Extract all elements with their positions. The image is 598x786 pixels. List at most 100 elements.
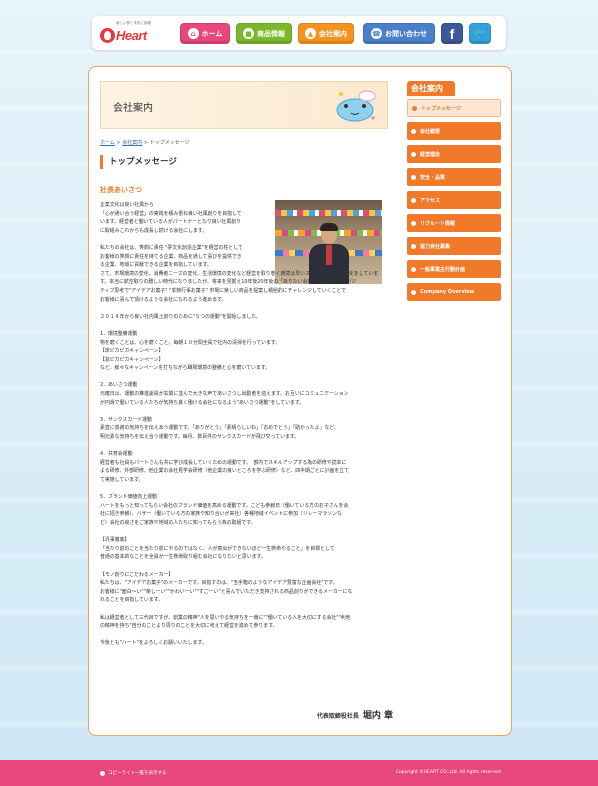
- movement-5: 5．ブランド価値向上運動 ハートをもっと知ってもらい会社のブランド価値を高める運…: [100, 493, 392, 527]
- section-title: トップメッセージ: [100, 155, 388, 169]
- text-line: います。経営者と働いている人がパートナーとなり良い社風創り: [100, 219, 242, 226]
- text-line: 元確日は、運動の推進委員が玄関に並んで大きな声であいさつし出勤者を迎えます。お互…: [100, 391, 349, 398]
- heart-logo-icon: [100, 28, 115, 43]
- text-line: ど）会社の良さをご家族や地域の人たちに知ってもらう為の取組です。: [100, 519, 256, 526]
- bullet-icon: [411, 128, 416, 134]
- breadcrumb-current: トップメッセージ: [149, 140, 190, 146]
- text-line: の精神を持ち"自分のことより周りのことを大切に考えて経営を進めて参ります。: [100, 623, 278, 630]
- nav-contact-button[interactable]: ☎ お問い合わせ: [363, 23, 435, 44]
- sidebar-item-safety-quality[interactable]: 安全・品質: [407, 168, 501, 186]
- copyright-list-link[interactable]: コピーライト一覧を表示する: [100, 770, 167, 776]
- text-line: す。本当に航空取りの難しい時代になりましたが、将来を見据え10年後20年後の「あ…: [100, 279, 357, 286]
- page-title-banner: 会社案内: [100, 81, 388, 129]
- sidebar-item-label: リクルート情報: [420, 220, 455, 227]
- logo-tagline: 楽しい夢と未来に挑戦: [116, 21, 151, 25]
- twitter-button[interactable]: 🐦: [469, 23, 491, 44]
- sidebar-item-top-message[interactable]: トップメッセージ: [407, 99, 501, 117]
- text-line: 「当たり前のことを当たり前にやるのではなく、人が真似ができないほど一生懸命やるこ…: [100, 545, 335, 552]
- bullet-icon: [411, 151, 416, 157]
- building-icon: ▲: [305, 28, 316, 39]
- movement-2: 2．あいさつ運動 元確日は、運動の推進委員が玄関に並んで大きな声であいさつし出勤…: [100, 381, 392, 407]
- text-line: が円滑で働いている人たちが気持ち良く働ける会社になるよう"あいさつ運動"をしてい…: [100, 399, 305, 406]
- motto-title: 【汎事徹底】: [100, 537, 130, 544]
- breadcrumb-home-link[interactable]: ホーム: [100, 140, 115, 146]
- phone-icon: ☎: [371, 28, 382, 39]
- campaign-intro: ２０１４年から良い社内風土創りのために"５つの運動"を開始しました。: [100, 313, 262, 320]
- sidebar-item-company-overview[interactable]: Company Overview: [407, 283, 501, 301]
- bullet-icon: [411, 243, 416, 249]
- final-line: 今後とも"ハート"をよろしくお願いいたします。: [100, 640, 207, 647]
- greeting-title: 社長あいさつ: [100, 186, 142, 194]
- bullet-icon: [412, 105, 417, 111]
- bullet-icon: [411, 266, 416, 272]
- movement-title: 1．環境整備運動: [100, 330, 138, 337]
- text-line: 私は経営者として三代目ですが、創業の精神"人を思いやる気持ちを一番に""働いてい…: [100, 614, 351, 621]
- bullet-icon: [411, 289, 416, 295]
- sidebar-item-philosophy[interactable]: 経営理念: [407, 145, 501, 163]
- text-line: 素直に感謝の気持ちを伝えあう運動です。「ありがとう」「素晴らしいね」「おめでとう…: [100, 425, 339, 432]
- twitter-icon: 🐦: [473, 28, 487, 39]
- text-line: ティブ思考で"アイデアお菓子" "季節行事お菓子" 市場に楽しい商品を提案し積極…: [100, 287, 346, 294]
- motto-block-2: 【モノ創りにこだわるメーカー】 私たちは、"アイデアお菓子"のメーカーです。目指…: [100, 571, 392, 605]
- movement-3: 3．サンクスカード運動 素直に感謝の気持ちを伝えあう運動です。「ありがとう」「素…: [100, 416, 392, 442]
- text-line: て実施しています。: [100, 477, 144, 483]
- text-line: よる研修、外部研修、他企業の会社見学会研修（他企業の良いところを学ぶ研修）など、…: [100, 468, 350, 475]
- sidebar-item-company-profile[interactable]: 会社概要: [407, 122, 501, 140]
- text-line: 私たちは、"アイデアお菓子"のメーカーです。目指すのは、"玉手箱のようなアイデア…: [100, 580, 338, 587]
- sidebar-item-label: 一般事業主行動計画: [420, 266, 466, 273]
- sidebar-item-action-plan[interactable]: 一般事業主行動計画: [407, 260, 501, 278]
- nav-company-button[interactable]: ▲ 会社案内: [298, 23, 354, 44]
- copyright-text: Copyright ©HEART CO.,Ltd. All rights res…: [395, 770, 502, 775]
- text-line: など、様々なキャンペーンを打ちながら職場環境の整備と心を磨いています。: [100, 365, 271, 372]
- site-footer: コピーライト一覧を表示する Copyright ©HEART CO.,Ltd. …: [0, 760, 598, 786]
- text-line: 経営者も社員もパートさんも共に学び成長していくための運動です。 部内でスキルアッ…: [100, 459, 347, 466]
- closing-paragraph: 私は経営者として三代目ですが、創業の精神"人を思いやる気持ちを一番に""働いてい…: [100, 614, 392, 631]
- movement-1: 1．環境整備運動 物を磨くことは、心を磨くこと。毎朝１０分間全員で社内の清掃を行…: [100, 330, 392, 373]
- text-line: 【窓ピカピカキャンペーン】: [100, 356, 164, 363]
- sidebar-item-recruit[interactable]: リクルート情報: [407, 214, 501, 232]
- text-line: ハートをもっと知ってもらい会社のブランド価値を高める運動です。こども参観日（働い…: [100, 502, 349, 509]
- text-line: お客様の笑顔に責任を持てる企業、商品を通して喜びを提供でき: [100, 253, 242, 260]
- signature-title: 代表取締役社長: [316, 713, 359, 720]
- bullet-icon: [411, 174, 416, 180]
- text-line: 企業文化は良い社風から: [100, 202, 154, 208]
- sidebar-item-partners[interactable]: 協力会社募集: [407, 237, 501, 255]
- site-header: 楽しい夢と未来に挑戦 Heart ⌂ ホーム ■ 商品情報 ▲ 会社案内 ☎ お…: [92, 16, 506, 50]
- motto-title: 【モノ創りにこだわるメーカー】: [100, 571, 174, 578]
- sidebar: 会社案内 トップメッセージ 会社概要 経営理念 安全・品質 アクセス リクルート…: [407, 81, 501, 306]
- site-logo[interactable]: 楽しい夢と未来に挑戦 Heart: [100, 21, 166, 45]
- message-body: 企業文化は良い社風から 「心が通い合う経営」の実践を積み重ね良い社風創りを目指し…: [100, 201, 392, 656]
- sidebar-item-label: 会社概要: [420, 128, 441, 135]
- nav-products-label: 商品情報: [257, 29, 285, 38]
- nav-home-button[interactable]: ⌂ ホーム: [180, 23, 230, 44]
- text-line: お客様に"面白〜い""楽しーい""かわいーい""すごーい"と喜んでいただき支持さ…: [100, 588, 353, 595]
- sidebar-item-label: 経営理念: [420, 151, 441, 158]
- nav-contact-label: お問い合わせ: [385, 29, 427, 38]
- breadcrumb: ホーム > 会社案内 > トップメッセージ: [100, 140, 190, 146]
- mascot-icon: [336, 90, 376, 122]
- facebook-button[interactable]: f: [441, 23, 463, 44]
- page-title: 会社案内: [113, 103, 153, 114]
- movement-4: 4．共育会運動 経営者も社員もパートさんも共に学び成長していくための運動です。 …: [100, 450, 392, 484]
- text-line: お客様に喜んで頂けるような会社になれるよう進めます。: [100, 296, 227, 303]
- breadcrumb-company-link[interactable]: 会社案内: [122, 140, 142, 146]
- text-line: 物を磨くことは、心を磨くこと。毎朝１０分間全員で社内の清掃を行っています。: [100, 339, 281, 346]
- logo-text: Heart: [116, 28, 147, 43]
- sidebar-item-label: Company Overview: [420, 289, 475, 295]
- movement-title: 5．ブランド価値向上運動: [100, 494, 157, 501]
- nav-products-button[interactable]: ■ 商品情報: [236, 23, 292, 44]
- sidebar-heading: 会社案内: [407, 81, 455, 96]
- signature: 代表取締役社長 堀内 章: [317, 708, 393, 721]
- sidebar-item-label: 安全・品質: [420, 174, 446, 181]
- main-content-card: 会社案内 ホーム > 会社案内 > トップメッセージ トップメッセージ 社長あい…: [88, 66, 512, 736]
- facebook-icon: f: [449, 25, 455, 42]
- nav-home-label: ホーム: [201, 29, 223, 38]
- text-line: さて、市場環境の変化、消費者ニーズの変化、生活環境の変化など経営を取り巻く環境は…: [100, 270, 379, 277]
- sidebar-item-access[interactable]: アクセス: [407, 191, 501, 209]
- movement-title: 4．共育会運動: [100, 451, 133, 458]
- text-line: 私たちの会社は、笑顔に責任 "夢文化創造企業"を経営の柱として: [100, 244, 243, 251]
- sidebar-item-label: トップメッセージ: [421, 105, 461, 112]
- text-line: に取組みこれからも成長し続ける会社にします。: [100, 227, 208, 234]
- bullet-icon: [411, 220, 416, 226]
- vision-paragraph: 私たちの会社は、笑顔に責任 "夢文化創造企業"を経営の柱として お客様の笑顔に責…: [100, 244, 392, 304]
